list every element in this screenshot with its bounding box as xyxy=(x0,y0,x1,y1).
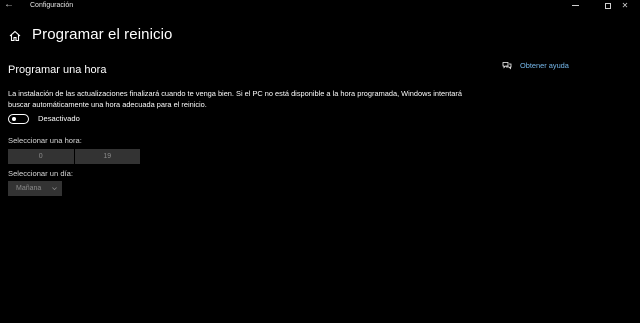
schedule-toggle[interactable] xyxy=(8,114,29,124)
section-title: Programar una hora xyxy=(8,64,107,76)
toggle-knob xyxy=(12,117,16,121)
home-icon[interactable] xyxy=(9,30,21,42)
minimize-button[interactable] xyxy=(560,0,590,11)
chat-help-icon xyxy=(502,62,512,70)
section-description: La instalación de las actualizaciones fi… xyxy=(8,89,462,109)
toggle-state-label: Desactivado xyxy=(38,114,80,123)
page-title: Programar el reinicio xyxy=(32,26,173,43)
minimize-icon xyxy=(571,5,579,7)
minute-field[interactable]: 19 xyxy=(75,149,141,164)
back-arrow-icon[interactable]: ← xyxy=(3,0,15,11)
title-bar: ← Configuración ✕ xyxy=(0,0,640,12)
day-dropdown-value: Mañana xyxy=(16,185,42,192)
get-help-link[interactable]: Obtener ayuda xyxy=(520,61,569,71)
select-day-label: Seleccionar un día: xyxy=(8,169,74,178)
get-help[interactable]: Obtener ayuda xyxy=(502,60,569,72)
select-hour-label: Seleccionar una hora: xyxy=(8,136,82,145)
day-dropdown[interactable]: Mañana xyxy=(8,181,62,196)
time-picker[interactable]: 0 19 xyxy=(8,149,140,164)
window-title: Configuración xyxy=(30,2,74,9)
hour-field[interactable]: 0 xyxy=(8,149,74,164)
close-button[interactable]: ✕ xyxy=(610,0,640,11)
chevron-down-icon xyxy=(52,187,57,191)
